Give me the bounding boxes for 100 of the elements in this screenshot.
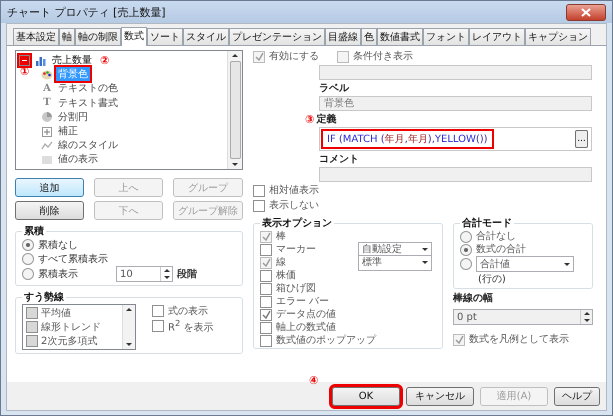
steps-spinner[interactable]: 10: [116, 266, 173, 282]
tab[interactable]: 軸: [59, 28, 75, 45]
radio-button[interactable]: [22, 253, 34, 265]
checkbox[interactable]: [253, 184, 265, 196]
text-style-icon: T: [41, 97, 53, 108]
radio-button[interactable]: [460, 230, 472, 242]
field-label: ラベル: [319, 82, 350, 95]
option-label: 累積表示: [38, 268, 78, 281]
field-label: 定義: [316, 112, 336, 126]
option-label: 2次元多項式: [41, 334, 98, 348]
tree-item[interactable]: 値の表示: [56, 152, 100, 166]
option-label: 式の表示: [168, 304, 208, 318]
option-label: 線: [276, 256, 287, 269]
tab[interactable]: フォント: [423, 28, 469, 45]
tab[interactable]: 目盛線: [325, 28, 361, 45]
annotation-number: ④: [309, 374, 318, 387]
tab[interactable]: スタイル: [183, 28, 229, 45]
annotation-number: ③: [305, 112, 314, 126]
window-title: チャート プロパティ [売上数量]: [7, 4, 166, 20]
value-icon: [41, 154, 53, 165]
pie-icon: [41, 111, 53, 122]
tab[interactable]: ソート: [147, 28, 183, 45]
field-label: 棒線の幅: [453, 292, 494, 305]
tab[interactable]: 基本設定: [13, 28, 59, 45]
option-label: 線形トレンド: [41, 321, 101, 334]
radio-button[interactable]: [22, 268, 34, 280]
group-title: 表示オプション: [261, 216, 333, 230]
steps-label: 段階: [177, 268, 197, 281]
dropdown[interactable]: 合計値: [476, 256, 574, 272]
group-title: すう勢線: [23, 290, 65, 304]
tab[interactable]: 数式: [121, 27, 147, 46]
checkbox[interactable]: [26, 335, 38, 347]
checkbox[interactable]: [26, 307, 38, 319]
annotation-number: ②: [100, 54, 110, 67]
tree-item[interactable]: 線のスタイル: [56, 138, 120, 152]
scrollbar[interactable]: [227, 51, 242, 169]
radio-button[interactable]: [22, 239, 34, 251]
tree-item[interactable]: 補正: [56, 124, 80, 138]
option-label: 条件付き表示: [353, 50, 413, 63]
close-icon: [581, 8, 591, 16]
checkbox[interactable]: [260, 270, 272, 282]
option-label: 有効にする: [269, 50, 319, 63]
close-button[interactable]: [566, 4, 606, 20]
list-button[interactable]: 削除: [15, 201, 84, 220]
tab[interactable]: 色: [361, 28, 377, 45]
checkbox[interactable]: [253, 200, 265, 212]
tree-item[interactable]: 売上数量: [50, 53, 94, 68]
label-field[interactable]: 背景色: [319, 96, 592, 111]
collapse-toggle[interactable]: [19, 54, 30, 66]
radio-button[interactable]: [460, 258, 472, 270]
option-label: 合計なし: [476, 230, 516, 243]
option-label: 相対値表示: [269, 184, 319, 197]
tree-item[interactable]: 分割円: [56, 110, 90, 124]
tab[interactable]: レイアウト: [469, 28, 525, 45]
group-title: 合計モード: [461, 216, 513, 230]
option-label: 株価: [276, 269, 297, 282]
checkbox[interactable]: [260, 308, 272, 320]
tab[interactable]: キャプション: [525, 28, 591, 45]
plus-box-icon: [41, 126, 53, 137]
checkbox[interactable]: [260, 334, 272, 346]
note-label: (行の): [478, 274, 506, 285]
checkbox[interactable]: [260, 244, 272, 256]
option-label: 数式値のポップアップ: [276, 334, 376, 347]
option-label: 箱ひげ図: [276, 282, 317, 295]
option-label: 数式の合計: [476, 243, 526, 256]
dialog-button[interactable]: ヘルプ: [554, 386, 600, 406]
scrollbar[interactable]: [122, 305, 135, 349]
option-label: 数式を凡例として表示: [469, 333, 569, 346]
comment-field[interactable]: [319, 167, 592, 182]
condition-field[interactable]: [319, 65, 592, 80]
expression-button[interactable]: ...: [575, 130, 588, 148]
list-button[interactable]: 追加: [15, 178, 84, 197]
option-label: 表示しない: [269, 199, 319, 212]
checkbox[interactable]: [260, 322, 272, 334]
bar-chart-icon: [35, 54, 47, 66]
checkbox[interactable]: [26, 321, 38, 333]
option-label: 平均値: [41, 307, 71, 320]
checkbox[interactable]: [152, 305, 164, 317]
checkbox[interactable]: [152, 320, 164, 332]
group-title: 累積: [23, 224, 45, 238]
option-label: 棒: [276, 230, 287, 243]
palette-icon: [41, 68, 53, 80]
tab[interactable]: 数値書式: [377, 28, 423, 45]
option-label: 累積なし: [38, 238, 78, 252]
field-label: コメント: [319, 153, 360, 166]
option-label: データ点の値: [276, 308, 337, 321]
tree-item[interactable]: テキスト書式: [56, 96, 120, 110]
radio-button[interactable]: [460, 244, 472, 256]
tab[interactable]: 軸の制限: [75, 28, 121, 45]
tab[interactable]: プレゼンテーション: [229, 28, 325, 45]
option-label: エラー バー: [276, 295, 330, 308]
checkbox[interactable]: [260, 296, 272, 308]
width-spinner[interactable]: 0 pt: [453, 309, 593, 325]
checkbox[interactable]: [260, 282, 272, 294]
tree-item[interactable]: テキストの色: [56, 81, 120, 96]
line-style-icon: [41, 140, 53, 151]
text-style-icon: A: [41, 82, 53, 94]
definition-field[interactable]: IF (MATCH (年月,年月),YELLOW()): [323, 131, 492, 147]
option-label: マーカー: [276, 243, 317, 256]
dialog-button[interactable]: キャンセル: [406, 386, 474, 406]
